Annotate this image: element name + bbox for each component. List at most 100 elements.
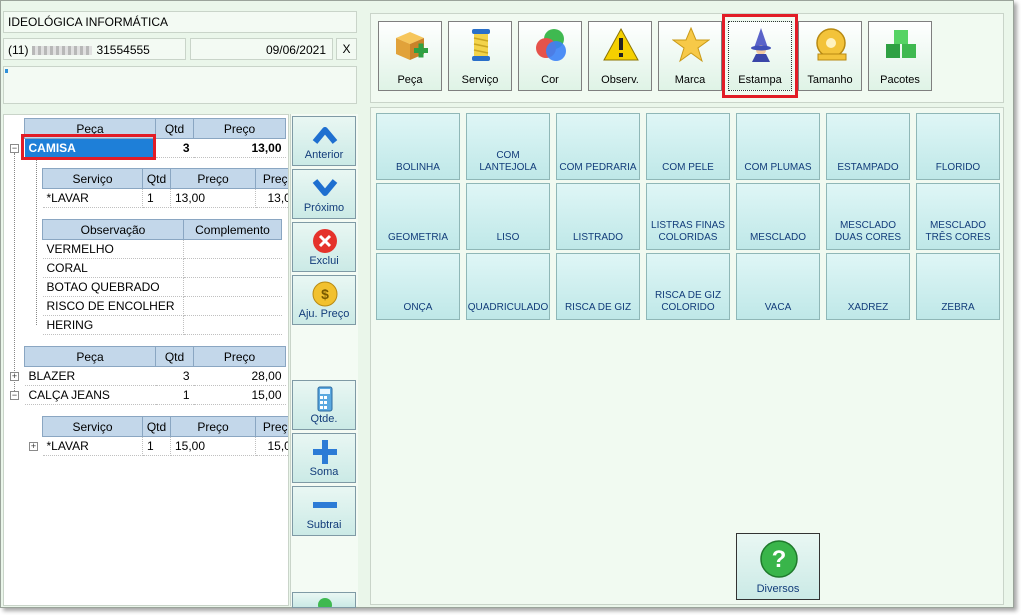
toolbar-tamanho-button[interactable]: Tamanho — [798, 21, 862, 91]
partial-button[interactable] — [292, 592, 356, 608]
table-row-obs[interactable]: CORAL — [42, 258, 282, 278]
option-button[interactable]: COM PLUMAS — [736, 113, 820, 180]
col-preco: Preço — [170, 168, 256, 189]
col-preco: Preço — [170, 416, 256, 437]
table-row-obs[interactable]: HERING — [42, 315, 282, 335]
option-label: MESCLADO — [749, 232, 807, 243]
service-qty: 1 — [142, 436, 171, 456]
tree-line — [14, 153, 15, 393]
toolbar-estampa-label: Estampa — [738, 74, 782, 86]
item-name: CALÇA JEANS — [24, 385, 156, 405]
option-button[interactable]: LISTRADO — [556, 183, 640, 250]
obs-value: BOTAO QUEBRADO — [42, 277, 184, 297]
subtract-button[interactable]: Subtrai — [292, 486, 356, 536]
option-button[interactable]: ESTAMPADO — [826, 113, 910, 180]
adjust-price-label: Aju. Preço — [298, 308, 350, 320]
option-button[interactable]: MESCLADO DUAS CORES — [826, 183, 910, 250]
option-label: LISO — [496, 232, 520, 243]
plus-icon — [313, 440, 337, 464]
option-button[interactable]: QUADRICULADO — [466, 253, 550, 320]
toolbar-cor-button[interactable]: Cor — [518, 21, 582, 91]
option-button[interactable]: COM LANTEJOLA — [466, 113, 550, 180]
toolbar-observ-button[interactable]: Observ. — [588, 21, 652, 91]
diversos-button[interactable]: ? Diversos — [736, 533, 820, 600]
obs-complement — [183, 315, 282, 335]
option-button[interactable]: MESCLADO TRÊS CORES — [916, 183, 1000, 250]
table-row-obs[interactable]: VERMELHO — [42, 239, 282, 259]
adjust-price-button[interactable]: $ Aju. Preço — [292, 275, 356, 325]
add-button[interactable]: Soma — [292, 433, 356, 483]
previous-label: Anterior — [304, 149, 344, 161]
service-price: 15,00 — [170, 436, 256, 456]
col-preco: Preço — [193, 118, 286, 139]
option-button[interactable]: BOLINHA — [376, 113, 460, 180]
chevron-up-icon — [312, 127, 338, 144]
service-table-1: Serviço Qtd Preço Preço *LAVAR 1 13,00 1… — [42, 168, 288, 208]
col-qtd: Qtd — [142, 416, 171, 437]
service-total: 15,00 — [255, 436, 288, 456]
help-question-icon: ? — [760, 540, 798, 578]
phone-redacted-mask — [32, 46, 93, 56]
option-button[interactable]: RISCA DE GIZ COLORIDO — [646, 253, 730, 320]
next-button[interactable]: Próximo — [292, 169, 356, 219]
col-preco-total: Preço — [255, 168, 288, 189]
table-row-service[interactable]: *LAVAR 1 13,00 13,00 — [42, 188, 288, 208]
delete-button[interactable]: Exclui — [292, 222, 356, 272]
option-button[interactable]: LISTRAS FINAS COLORIDAS — [646, 183, 730, 250]
toolbar-servico-button[interactable]: Serviço — [448, 21, 512, 91]
option-button[interactable]: COM PEDRARIA — [556, 113, 640, 180]
thread-spool-icon — [472, 29, 490, 61]
add-label: Soma — [309, 466, 339, 478]
obs-complement — [183, 277, 282, 297]
col-qtd: Qtd — [155, 118, 194, 139]
collapse-toggle[interactable]: − — [10, 144, 19, 153]
table-row-service[interactable]: *LAVAR 1 15,00 15,00 — [42, 436, 288, 456]
option-button[interactable]: RISCA DE GIZ — [556, 253, 640, 320]
toolbar-marca-button[interactable]: Marca — [658, 21, 722, 91]
item-name: BLAZER — [24, 366, 156, 386]
peca-table-2: Peça Qtd Preço BLAZER 3 28,00 CALÇA JEAN… — [24, 346, 286, 405]
expand-toggle[interactable]: + — [10, 372, 19, 381]
close-button[interactable]: X — [336, 38, 357, 60]
toolbar-peca-button[interactable]: Peça — [378, 21, 442, 91]
option-button[interactable]: GEOMETRIA — [376, 183, 460, 250]
status-panel — [3, 66, 357, 104]
table-row-blazer[interactable]: BLAZER 3 28,00 — [24, 366, 286, 386]
warning-icon — [603, 27, 639, 61]
col-servico: Serviço — [42, 416, 143, 437]
option-button[interactable]: ZEBRA — [916, 253, 1000, 320]
option-label: COM PELE — [662, 162, 714, 173]
option-button[interactable]: COM PELE — [646, 113, 730, 180]
table-row-obs[interactable]: BOTAO QUEBRADO — [42, 277, 282, 297]
option-label: RISCA DE GIZ — [564, 302, 632, 313]
option-label: XADREZ — [847, 302, 889, 313]
tape-measure-icon — [816, 28, 847, 61]
option-button[interactable]: MESCLADO — [736, 183, 820, 250]
option-button[interactable]: ONÇA — [376, 253, 460, 320]
expand-toggle[interactable]: + — [29, 442, 38, 451]
table-row-obs[interactable]: RISCO DE ENCOLHER — [42, 296, 282, 316]
toolbar-pacotes-button[interactable]: Pacotes — [868, 21, 932, 91]
option-label: MESCLADO DUAS CORES — [834, 220, 902, 243]
toolbar-estampa-button[interactable]: Estampa — [728, 21, 792, 91]
option-label: LISTRAS FINAS COLORIDAS — [651, 220, 725, 243]
toolbar-tamanho-label: Tamanho — [807, 74, 853, 86]
service-name: *LAVAR — [42, 188, 143, 208]
phone-field: (11) 31554555 — [3, 38, 186, 60]
company-name: IDEOLÓGICA INFORMÁTICA — [3, 11, 357, 33]
collapse-toggle[interactable]: − — [10, 391, 19, 400]
option-button[interactable]: LISO — [466, 183, 550, 250]
option-button[interactable]: VACA — [736, 253, 820, 320]
service-table-2: Serviço Qtd Preço Preço *LAVAR 1 15,00 1… — [42, 416, 288, 456]
table-row-camisa[interactable]: CAMISA 3 13,00 — [24, 138, 286, 158]
next-label: Próximo — [303, 202, 345, 214]
phone-suffix: 31554555 — [96, 43, 150, 57]
table-row-calca-jeans[interactable]: CALÇA JEANS 1 15,00 — [24, 385, 286, 405]
service-qty: 1 — [142, 188, 171, 208]
previous-button[interactable]: Anterior — [292, 116, 356, 166]
option-label: RISCA DE GIZ COLORIDO — [654, 290, 722, 313]
option-button[interactable]: FLORIDO — [916, 113, 1000, 180]
item-price: 15,00 — [193, 385, 286, 405]
option-button[interactable]: XADREZ — [826, 253, 910, 320]
quantity-button[interactable]: Qtde. — [292, 380, 356, 430]
